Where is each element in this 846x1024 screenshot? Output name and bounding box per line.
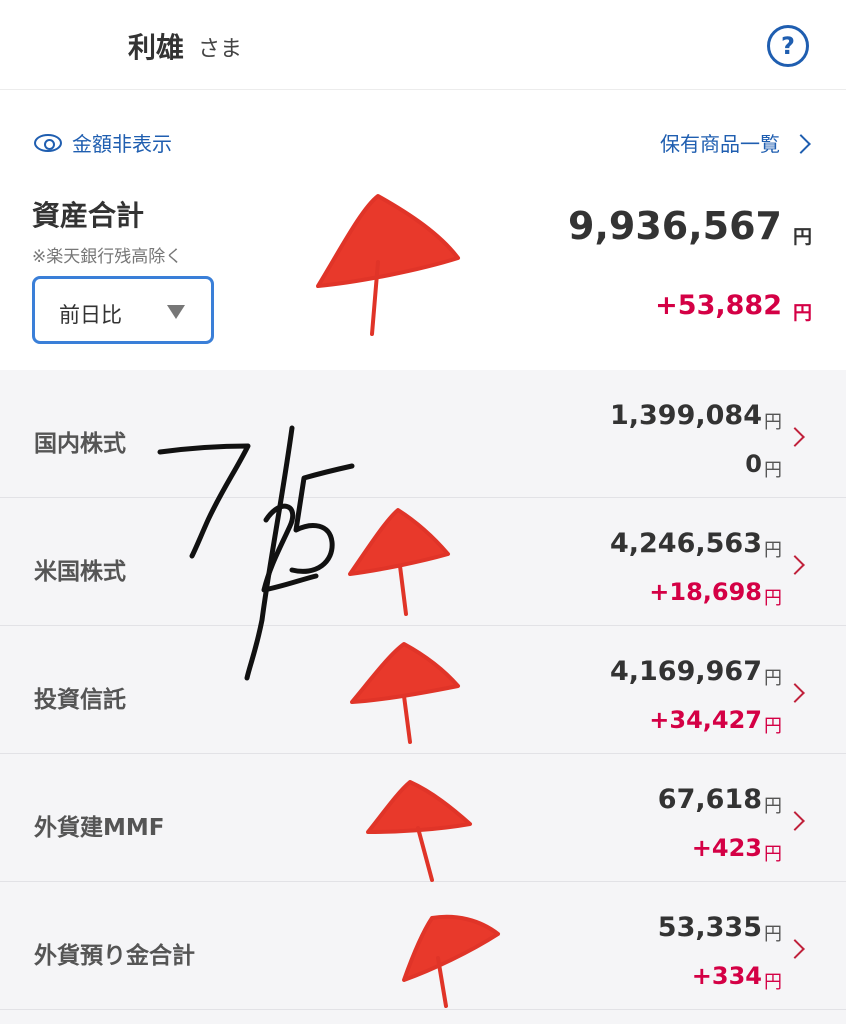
header-bar: 利雄 さま ?: [0, 0, 846, 90]
total-assets-change: +53,882: [655, 290, 782, 321]
asset-row-investment-trusts[interactable]: 投資信託 4,169,967 円 +34,427 円: [0, 626, 846, 754]
asset-change: +423: [691, 834, 762, 862]
asset-change-unit: 円: [764, 460, 782, 481]
chevron-right-icon: [785, 427, 805, 447]
asset-change-unit: 円: [764, 716, 782, 737]
asset-change-unit: 円: [764, 588, 782, 609]
asset-value-unit: 円: [764, 668, 782, 689]
asset-change: +18,698: [649, 578, 762, 606]
chevron-right-icon: [785, 939, 805, 959]
user-name: 利雄: [128, 31, 185, 64]
asset-category-list: 国内株式 1,399,084 円 0 円 米国株式 4,246,563 円 +1…: [0, 370, 846, 1024]
total-assets-change-unit: 円: [792, 302, 812, 324]
asset-value: 1,399,084: [609, 400, 762, 431]
chevron-right-icon: [791, 133, 811, 154]
help-icon[interactable]: ?: [767, 25, 809, 67]
asset-value-unit: 円: [764, 540, 782, 561]
asset-change-unit: 円: [764, 972, 782, 993]
asset-value-unit: 円: [764, 796, 782, 817]
asset-row-foreign-deposits[interactable]: 外貨預り金合計 53,335 円 +334 円: [0, 882, 846, 1010]
asset-row-us-stocks[interactable]: 米国株式 4,246,563 円 +18,698 円: [0, 498, 846, 626]
comparison-selected: 前日比: [59, 303, 122, 327]
asset-row-foreign-mmf[interactable]: 外貨建MMF 67,618 円 +423 円: [0, 754, 846, 882]
asset-value: 4,169,967: [609, 656, 762, 687]
hide-amount-label: 金額非表示: [72, 132, 172, 156]
user-honorific: さま: [198, 37, 243, 62]
asset-label: 投資信託: [34, 687, 126, 713]
chevron-right-icon: [785, 555, 805, 575]
total-assets-title: 資産合計: [32, 199, 145, 232]
total-assets-value: 9,936,567: [568, 204, 782, 248]
eye-icon: [34, 133, 62, 152]
asset-label: 米国株式: [34, 559, 126, 585]
asset-change: 0: [745, 450, 762, 478]
asset-value: 4,246,563: [609, 528, 762, 559]
asset-summary: 金額非表示 保有商品一覧 資産合計 ※楽天銀行残高除く 前日比 9,936,56…: [0, 92, 846, 369]
dropdown-caret-icon: [167, 305, 185, 319]
total-assets-note: ※楽天銀行残高除く: [32, 247, 183, 267]
holdings-link-label: 保有商品一覧: [660, 132, 780, 156]
total-assets-unit: 円: [792, 226, 812, 248]
chevron-right-icon: [785, 811, 805, 831]
asset-value-unit: 円: [764, 924, 782, 945]
comparison-select[interactable]: 前日比: [32, 276, 214, 344]
asset-row-domestic-stocks[interactable]: 国内株式 1,399,084 円 0 円: [0, 370, 846, 498]
asset-change-unit: 円: [764, 844, 782, 865]
asset-value-unit: 円: [764, 412, 782, 433]
asset-label: 外貨建MMF: [34, 815, 165, 841]
asset-change: +334: [691, 962, 762, 990]
holdings-list-link[interactable]: 保有商品一覧: [660, 128, 811, 157]
asset-label: 外貨預り金合計: [34, 943, 195, 969]
asset-value: 67,618: [657, 784, 762, 815]
asset-label: 国内株式: [34, 431, 126, 457]
chevron-right-icon: [785, 683, 805, 703]
asset-value: 53,335: [657, 912, 762, 943]
hide-amount-toggle[interactable]: 金額非表示: [34, 128, 172, 157]
asset-change: +34,427: [649, 706, 762, 734]
